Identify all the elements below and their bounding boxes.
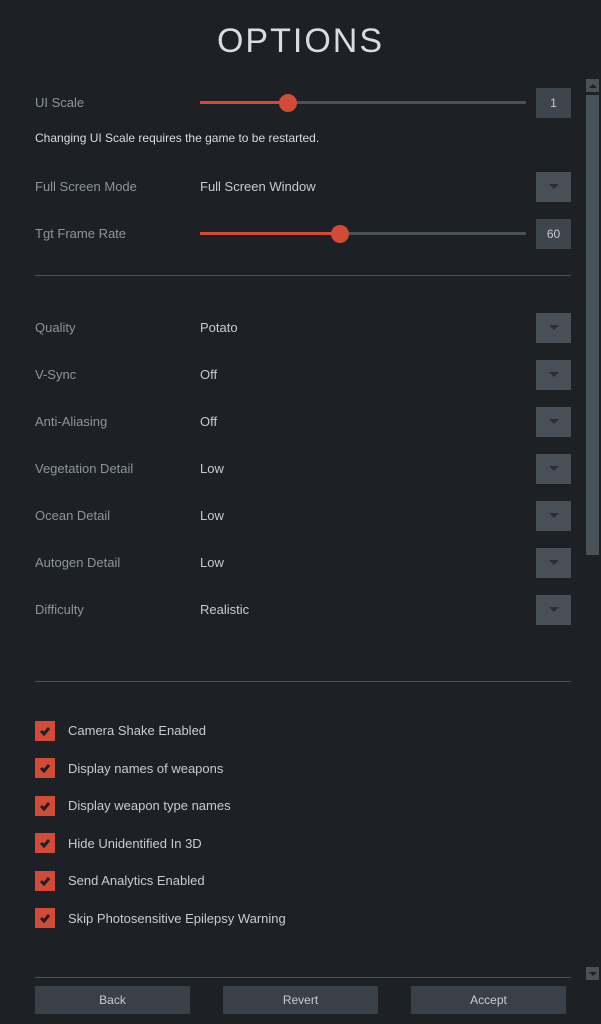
aa-value: Off (200, 414, 526, 429)
veg-label: Vegetation Detail (35, 461, 200, 476)
page-title: OPTIONS (0, 0, 601, 79)
scrollbar[interactable] (586, 79, 599, 980)
divider (35, 275, 571, 276)
chevron-down-icon (589, 972, 597, 976)
divider (35, 681, 571, 682)
quality-value: Potato (200, 320, 526, 335)
quality-label: Quality (35, 320, 200, 335)
hide-unid-label: Hide Unidentified In 3D (68, 836, 202, 851)
fullscreen-label: Full Screen Mode (35, 179, 200, 194)
scroll-up-button[interactable] (586, 79, 599, 92)
analytics-label: Send Analytics Enabled (68, 873, 205, 888)
chevron-down-icon (549, 513, 559, 518)
divider (35, 977, 571, 978)
camera-shake-checkbox[interactable] (35, 721, 55, 741)
analytics-checkbox[interactable] (35, 871, 55, 891)
camera-shake-label: Camera Shake Enabled (68, 723, 206, 738)
scroll-thumb[interactable] (586, 95, 599, 555)
quality-dropdown[interactable] (536, 313, 571, 343)
difficulty-dropdown[interactable] (536, 595, 571, 625)
autogen-dropdown[interactable] (536, 548, 571, 578)
epilepsy-label: Skip Photosensitive Epilepsy Warning (68, 911, 286, 926)
difficulty-value: Realistic (200, 602, 526, 617)
ocean-dropdown[interactable] (536, 501, 571, 531)
back-button[interactable]: Back (35, 986, 190, 1014)
fullscreen-value: Full Screen Window (200, 179, 526, 194)
chevron-down-icon (549, 372, 559, 377)
veg-value: Low (200, 461, 526, 476)
check-icon (39, 875, 51, 887)
autogen-value: Low (200, 555, 526, 570)
aa-dropdown[interactable] (536, 407, 571, 437)
difficulty-label: Difficulty (35, 602, 200, 617)
chevron-down-icon (549, 466, 559, 471)
hide-unid-checkbox[interactable] (35, 833, 55, 853)
ui-scale-value[interactable]: 1 (536, 88, 571, 118)
weapon-types-checkbox[interactable] (35, 796, 55, 816)
ocean-label: Ocean Detail (35, 508, 200, 523)
tgt-frame-value[interactable]: 60 (536, 219, 571, 249)
check-icon (39, 912, 51, 924)
check-icon (39, 762, 51, 774)
weapon-names-checkbox[interactable] (35, 758, 55, 778)
ui-scale-note: Changing UI Scale requires the game to b… (35, 126, 571, 163)
scroll-down-button[interactable] (586, 967, 599, 980)
aa-label: Anti-Aliasing (35, 414, 200, 429)
check-icon (39, 725, 51, 737)
vsync-value: Off (200, 367, 526, 382)
weapon-types-label: Display weapon type names (68, 798, 231, 813)
autogen-label: Autogen Detail (35, 555, 200, 570)
chevron-down-icon (549, 419, 559, 424)
chevron-down-icon (549, 184, 559, 189)
ocean-value: Low (200, 508, 526, 523)
check-icon (39, 800, 51, 812)
ui-scale-label: UI Scale (35, 95, 200, 110)
check-icon (39, 837, 51, 849)
weapon-names-label: Display names of weapons (68, 761, 223, 776)
accept-button[interactable]: Accept (411, 986, 566, 1014)
tgt-frame-label: Tgt Frame Rate (35, 226, 200, 241)
vsync-dropdown[interactable] (536, 360, 571, 390)
revert-button[interactable]: Revert (223, 986, 378, 1014)
chevron-down-icon (549, 325, 559, 330)
veg-dropdown[interactable] (536, 454, 571, 484)
epilepsy-checkbox[interactable] (35, 908, 55, 928)
fullscreen-dropdown[interactable] (536, 172, 571, 202)
chevron-down-icon (549, 560, 559, 565)
tgt-frame-slider[interactable] (200, 210, 526, 257)
ui-scale-slider[interactable] (200, 79, 526, 126)
chevron-down-icon (549, 607, 559, 612)
chevron-up-icon (589, 84, 597, 88)
vsync-label: V-Sync (35, 367, 200, 382)
